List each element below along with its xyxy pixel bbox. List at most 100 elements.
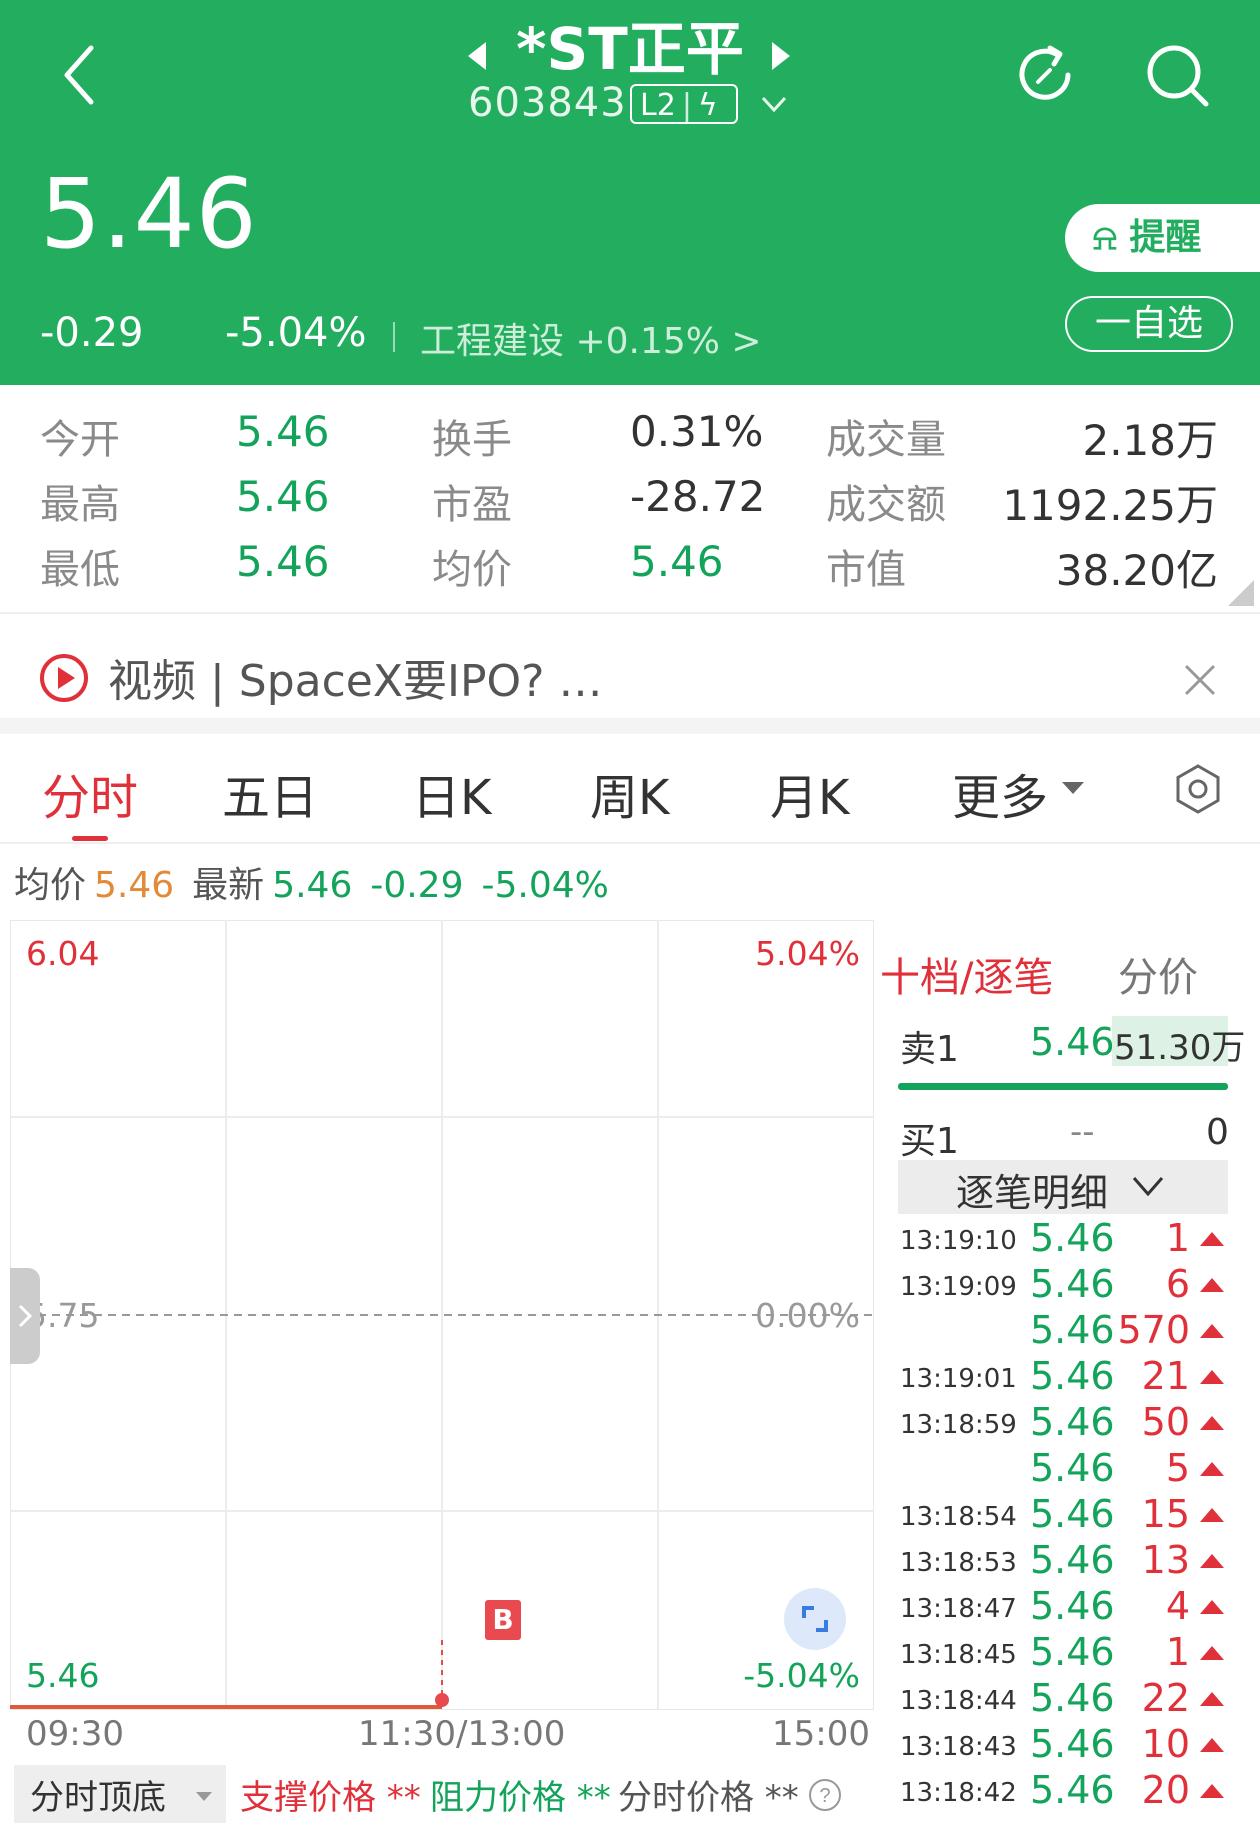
stock-header: *ST正平 603843 L2 | ϟ 5.46 -0.29 -5.04% 工程建设… bbox=[0, 0, 1260, 385]
trade-time: 13:18:44 bbox=[900, 1686, 1017, 1716]
up-arrow-icon bbox=[1200, 1324, 1224, 1338]
trade-volume: 1 bbox=[1165, 1216, 1190, 1260]
amount-value: 1192.25万 bbox=[1002, 481, 1218, 530]
indicator-dropdown-label[interactable]: 分时顶底 bbox=[30, 1770, 166, 1819]
play-icon bbox=[40, 654, 88, 702]
help-icon[interactable]: ? bbox=[808, 1778, 842, 1812]
trade-time: 13:19:09 bbox=[900, 1272, 1017, 1302]
watchlist-button[interactable]: 一自选 bbox=[1065, 296, 1233, 352]
chevron-down-icon[interactable] bbox=[1128, 1172, 1168, 1200]
mktcap-label: 市值 bbox=[826, 547, 906, 593]
chart-info-line: 均价 5.46 最新 5.46 -0.29 -5.04% bbox=[14, 856, 627, 908]
tab-monthly-k[interactable]: 月K bbox=[770, 758, 849, 828]
buy1-volume: 0 bbox=[1206, 1112, 1229, 1153]
close-icon[interactable] bbox=[1180, 660, 1220, 700]
trade-volume: 4 bbox=[1165, 1584, 1190, 1628]
stock-name: *ST正平 bbox=[516, 15, 744, 83]
avg-value: 5.46 bbox=[630, 537, 724, 586]
up-arrow-icon bbox=[1200, 1646, 1224, 1660]
price-change-pct: -5.04% bbox=[225, 310, 367, 356]
amount-label: 成交额 bbox=[826, 482, 946, 528]
l2-label: L2 bbox=[640, 88, 676, 123]
remind-button[interactable]: ⍾ 提醒 bbox=[1065, 204, 1260, 272]
up-arrow-icon bbox=[1200, 1278, 1224, 1292]
tab-more[interactable]: 更多 bbox=[952, 758, 1048, 828]
fullscreen-button[interactable] bbox=[784, 1588, 846, 1650]
tab-daily-k[interactable]: 日K bbox=[412, 758, 491, 828]
up-arrow-icon bbox=[1200, 1738, 1224, 1752]
up-arrow-icon bbox=[1200, 1416, 1224, 1430]
sell1-price: 5.46 bbox=[1030, 1020, 1115, 1064]
low-label: 最低 bbox=[40, 547, 120, 593]
tab-intraday[interactable]: 分时 bbox=[42, 758, 138, 828]
x-tick-open: 09:30 bbox=[26, 1714, 124, 1754]
trade-volume: 1 bbox=[1165, 1630, 1190, 1674]
industry-link[interactable]: 工程建设 +0.15% > bbox=[420, 312, 762, 364]
video-banner-text[interactable]: 视频 | SpaceX要IPO? … bbox=[108, 645, 603, 709]
search-icon[interactable] bbox=[1142, 40, 1212, 110]
chevron-right-icon bbox=[18, 1304, 33, 1328]
x-tick-midday: 11:30/13:00 bbox=[358, 1714, 566, 1754]
stock-code: 603843 bbox=[468, 80, 627, 126]
trade-time: 13:18:47 bbox=[900, 1594, 1017, 1624]
side-drawer-handle[interactable] bbox=[10, 1268, 40, 1364]
divider bbox=[393, 322, 395, 352]
latest-value: 5.46 bbox=[272, 865, 353, 906]
trade-volume: 21 bbox=[1141, 1354, 1190, 1398]
mktcap-value: 38.20亿 bbox=[1055, 546, 1218, 595]
expand-corner-icon[interactable] bbox=[1228, 580, 1254, 606]
next-stock-icon[interactable] bbox=[772, 42, 790, 70]
svg-text:?: ? bbox=[819, 1785, 830, 1807]
back-icon[interactable] bbox=[55, 40, 105, 110]
avg-value: 5.46 bbox=[94, 865, 175, 906]
trade-detail-label[interactable]: 逐笔明细 bbox=[956, 1162, 1108, 1217]
sell1-volume: 51.30万 bbox=[1114, 1028, 1246, 1068]
trade-time: 13:18:54 bbox=[900, 1502, 1017, 1532]
up-arrow-icon bbox=[1200, 1600, 1224, 1614]
pct-max-label: 5.04% bbox=[755, 934, 860, 973]
turnover-label: 换手 bbox=[432, 417, 512, 463]
divider bbox=[0, 612, 1260, 614]
tab-price-distribution[interactable]: 分价 bbox=[1118, 945, 1198, 1003]
buy-marker[interactable]: B bbox=[485, 1600, 521, 1640]
tab-order-book[interactable]: 十档/逐笔 bbox=[880, 945, 1053, 1003]
trade-volume: 15 bbox=[1141, 1492, 1190, 1536]
price-change: -0.29 bbox=[40, 310, 144, 356]
up-arrow-icon bbox=[1200, 1784, 1224, 1798]
turnover-value: 0.31% bbox=[630, 407, 764, 456]
buy1-price: -- bbox=[1070, 1112, 1095, 1152]
tab-five-day[interactable]: 五日 bbox=[222, 758, 318, 828]
pct-min-label: -5.04% bbox=[743, 1656, 860, 1695]
buy1-label: 买1 bbox=[900, 1121, 959, 1162]
open-label: 今开 bbox=[40, 417, 120, 463]
l2-badge[interactable]: L2 | ϟ bbox=[630, 84, 738, 124]
lightning-off-icon: ϟ bbox=[697, 88, 718, 123]
pct-mid-label: 0.00% bbox=[755, 1296, 860, 1335]
trade-time: 13:18:53 bbox=[900, 1548, 1017, 1578]
support-price[interactable]: 支撑价格 ** bbox=[240, 1770, 421, 1819]
y-max-label: 6.04 bbox=[26, 934, 100, 973]
y-min-label: 5.46 bbox=[26, 1656, 100, 1695]
settings-icon[interactable] bbox=[1172, 763, 1224, 815]
refresh-icon[interactable] bbox=[1010, 40, 1080, 110]
trade-time: 13:19:01 bbox=[900, 1364, 1017, 1394]
tab-weekly-k[interactable]: 周K bbox=[590, 758, 669, 828]
remind-label: 提醒 bbox=[1129, 217, 1202, 258]
chevron-down-icon[interactable] bbox=[760, 90, 788, 118]
intraday-chart[interactable]: 6.04 5.75 5.46 5.04% 0.00% -5.04% B bbox=[10, 920, 874, 1710]
high-label: 最高 bbox=[40, 482, 120, 528]
intraday-price[interactable]: 分时价格 ** bbox=[618, 1770, 799, 1819]
low-value: 5.46 bbox=[236, 537, 330, 586]
bell-icon: ⍾ bbox=[1093, 217, 1130, 258]
trade-time: 13:18:43 bbox=[900, 1732, 1017, 1762]
current-price: 5.46 bbox=[40, 158, 258, 270]
trade-volume: 6 bbox=[1165, 1262, 1190, 1306]
volume-value: 2.18万 bbox=[1082, 416, 1218, 465]
pe-label: 市盈 bbox=[432, 482, 512, 528]
active-tab-indicator bbox=[72, 836, 108, 841]
high-value: 5.46 bbox=[236, 472, 330, 521]
spread-line bbox=[898, 1083, 1228, 1090]
divider bbox=[0, 718, 1260, 734]
trade-volume: 10 bbox=[1141, 1722, 1190, 1766]
resistance-price[interactable]: 阻力价格 ** bbox=[430, 1770, 611, 1819]
